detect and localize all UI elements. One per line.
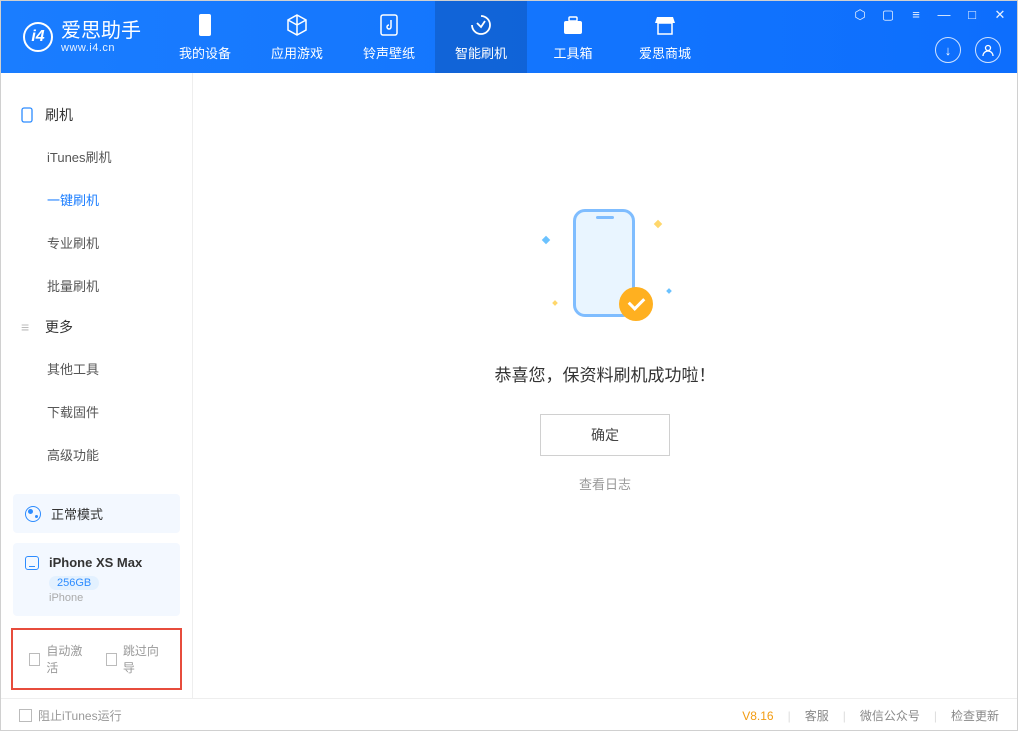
ok-button[interactable]: 确定 (540, 414, 670, 456)
cube-icon (285, 13, 309, 37)
phone-icon (21, 107, 35, 123)
tab-toolbox[interactable]: 工具箱 (527, 1, 619, 73)
sidebar-item-advanced[interactable]: 高级功能 (1, 433, 192, 476)
tab-label: 智能刷机 (455, 43, 507, 62)
sparkle-icon (542, 235, 550, 243)
list-icon: ≡ (21, 319, 35, 335)
tab-smart-flash[interactable]: 智能刷机 (435, 1, 527, 73)
sparkle-icon (666, 288, 672, 294)
minimize-button[interactable]: — (935, 7, 953, 23)
sidebar: 刷机 iTunes刷机 一键刷机 专业刷机 批量刷机 ≡ 更多 其他工具 下载固… (1, 73, 193, 698)
device-name: iPhone XS Max (49, 555, 142, 570)
checkbox-block-itunes[interactable]: 阻止iTunes运行 (19, 707, 122, 724)
device-icon (193, 13, 217, 37)
device-capacity-badge: 256GB (49, 576, 99, 590)
check-badge-icon (619, 287, 653, 321)
sidebar-item-download-firmware[interactable]: 下载固件 (1, 390, 192, 433)
checkbox-label: 自动激活 (46, 642, 87, 676)
sidebar-item-oneclick-flash[interactable]: 一键刷机 (1, 178, 192, 221)
footer-bar: 阻止iTunes运行 V8.16 | 客服 | 微信公众号 | 检查更新 (1, 698, 1017, 732)
sparkle-icon (552, 300, 558, 306)
checkbox-icon (19, 709, 32, 722)
sidebar-item-batch-flash[interactable]: 批量刷机 (1, 264, 192, 307)
app-url: www.i4.cn (61, 42, 141, 54)
maximize-button[interactable]: □ (963, 7, 981, 23)
checkbox-icon (106, 653, 117, 666)
shirt-icon[interactable]: ⬡ (851, 7, 869, 23)
body-area: 刷机 iTunes刷机 一键刷机 专业刷机 批量刷机 ≡ 更多 其他工具 下载固… (1, 73, 1017, 698)
divider: | (788, 709, 791, 723)
tab-store[interactable]: 爱思商城 (619, 1, 711, 73)
refresh-shield-icon (469, 13, 493, 37)
section-flash-title: 刷机 (1, 95, 192, 135)
version-label: V8.16 (742, 709, 773, 723)
app-logo-icon: i4 (23, 22, 53, 52)
footer-right: V8.16 | 客服 | 微信公众号 | 检查更新 (742, 707, 999, 724)
tab-label: 铃声壁纸 (363, 43, 415, 62)
checkbox-auto-activate[interactable]: 自动激活 (29, 642, 88, 676)
sidebar-item-other-tools[interactable]: 其他工具 (1, 347, 192, 390)
tab-label: 我的设备 (179, 43, 231, 62)
header-actions: ↓ (935, 37, 1001, 63)
music-file-icon (377, 13, 401, 37)
sidebar-item-itunes-flash[interactable]: iTunes刷机 (1, 135, 192, 178)
tab-ringtones-wallpapers[interactable]: 铃声壁纸 (343, 1, 435, 73)
footer-link-update[interactable]: 检查更新 (951, 707, 999, 724)
logo-area[interactable]: i4 爱思助手 www.i4.cn (1, 20, 159, 54)
tab-my-device[interactable]: 我的设备 (159, 1, 251, 73)
sparkle-icon (654, 219, 662, 227)
device-small-icon (25, 556, 39, 570)
section-more-title: ≡ 更多 (1, 307, 192, 347)
window-controls: ⬡ ▢ ≡ — □ ✕ (851, 7, 1009, 23)
sidebar-item-pro-flash[interactable]: 专业刷机 (1, 221, 192, 264)
close-button[interactable]: ✕ (991, 7, 1009, 23)
divider: | (934, 709, 937, 723)
tab-label: 爱思商城 (639, 43, 691, 62)
device-panel: 正常模式 iPhone XS Max 256GB iPhone (1, 484, 192, 628)
app-name: 爱思助手 (61, 20, 141, 42)
checkbox-icon (29, 653, 40, 666)
section-label: 更多 (45, 317, 73, 337)
device-type: iPhone (49, 592, 83, 604)
toolbox-icon (561, 13, 585, 37)
menu-icon[interactable]: ≡ (907, 7, 925, 23)
checkbox-label: 阻止iTunes运行 (38, 707, 122, 724)
checkbox-skip-guide[interactable]: 跳过向导 (106, 642, 165, 676)
flash-options-row: 自动激活 跳过向导 (11, 628, 182, 690)
divider: | (843, 709, 846, 723)
footer-link-wechat[interactable]: 微信公众号 (860, 707, 920, 724)
header-bar: i4 爱思助手 www.i4.cn 我的设备 应用游戏 铃声壁纸 智能刷机 工具… (1, 1, 1017, 73)
mode-icon (25, 506, 41, 522)
nav-tabs: 我的设备 应用游戏 铃声壁纸 智能刷机 工具箱 爱思商城 (159, 1, 711, 73)
success-message: 恭喜您，保资料刷机成功啦！ (495, 361, 716, 386)
success-illustration (535, 199, 675, 339)
checkbox-label: 跳过向导 (123, 642, 164, 676)
tab-label: 应用游戏 (271, 43, 323, 62)
account-button[interactable] (975, 37, 1001, 63)
main-content: 恭喜您，保资料刷机成功啦！ 确定 查看日志 (193, 73, 1017, 698)
mode-label: 正常模式 (51, 504, 103, 523)
section-label: 刷机 (45, 105, 73, 125)
view-log-link[interactable]: 查看日志 (579, 474, 631, 493)
store-icon (653, 13, 677, 37)
tab-apps-games[interactable]: 应用游戏 (251, 1, 343, 73)
device-info-box[interactable]: iPhone XS Max 256GB iPhone (13, 543, 180, 616)
download-button[interactable]: ↓ (935, 37, 961, 63)
device-mode-box[interactable]: 正常模式 (13, 494, 180, 533)
tab-label: 工具箱 (553, 43, 592, 62)
footer-link-support[interactable]: 客服 (805, 707, 829, 724)
lock-icon[interactable]: ▢ (879, 7, 897, 23)
